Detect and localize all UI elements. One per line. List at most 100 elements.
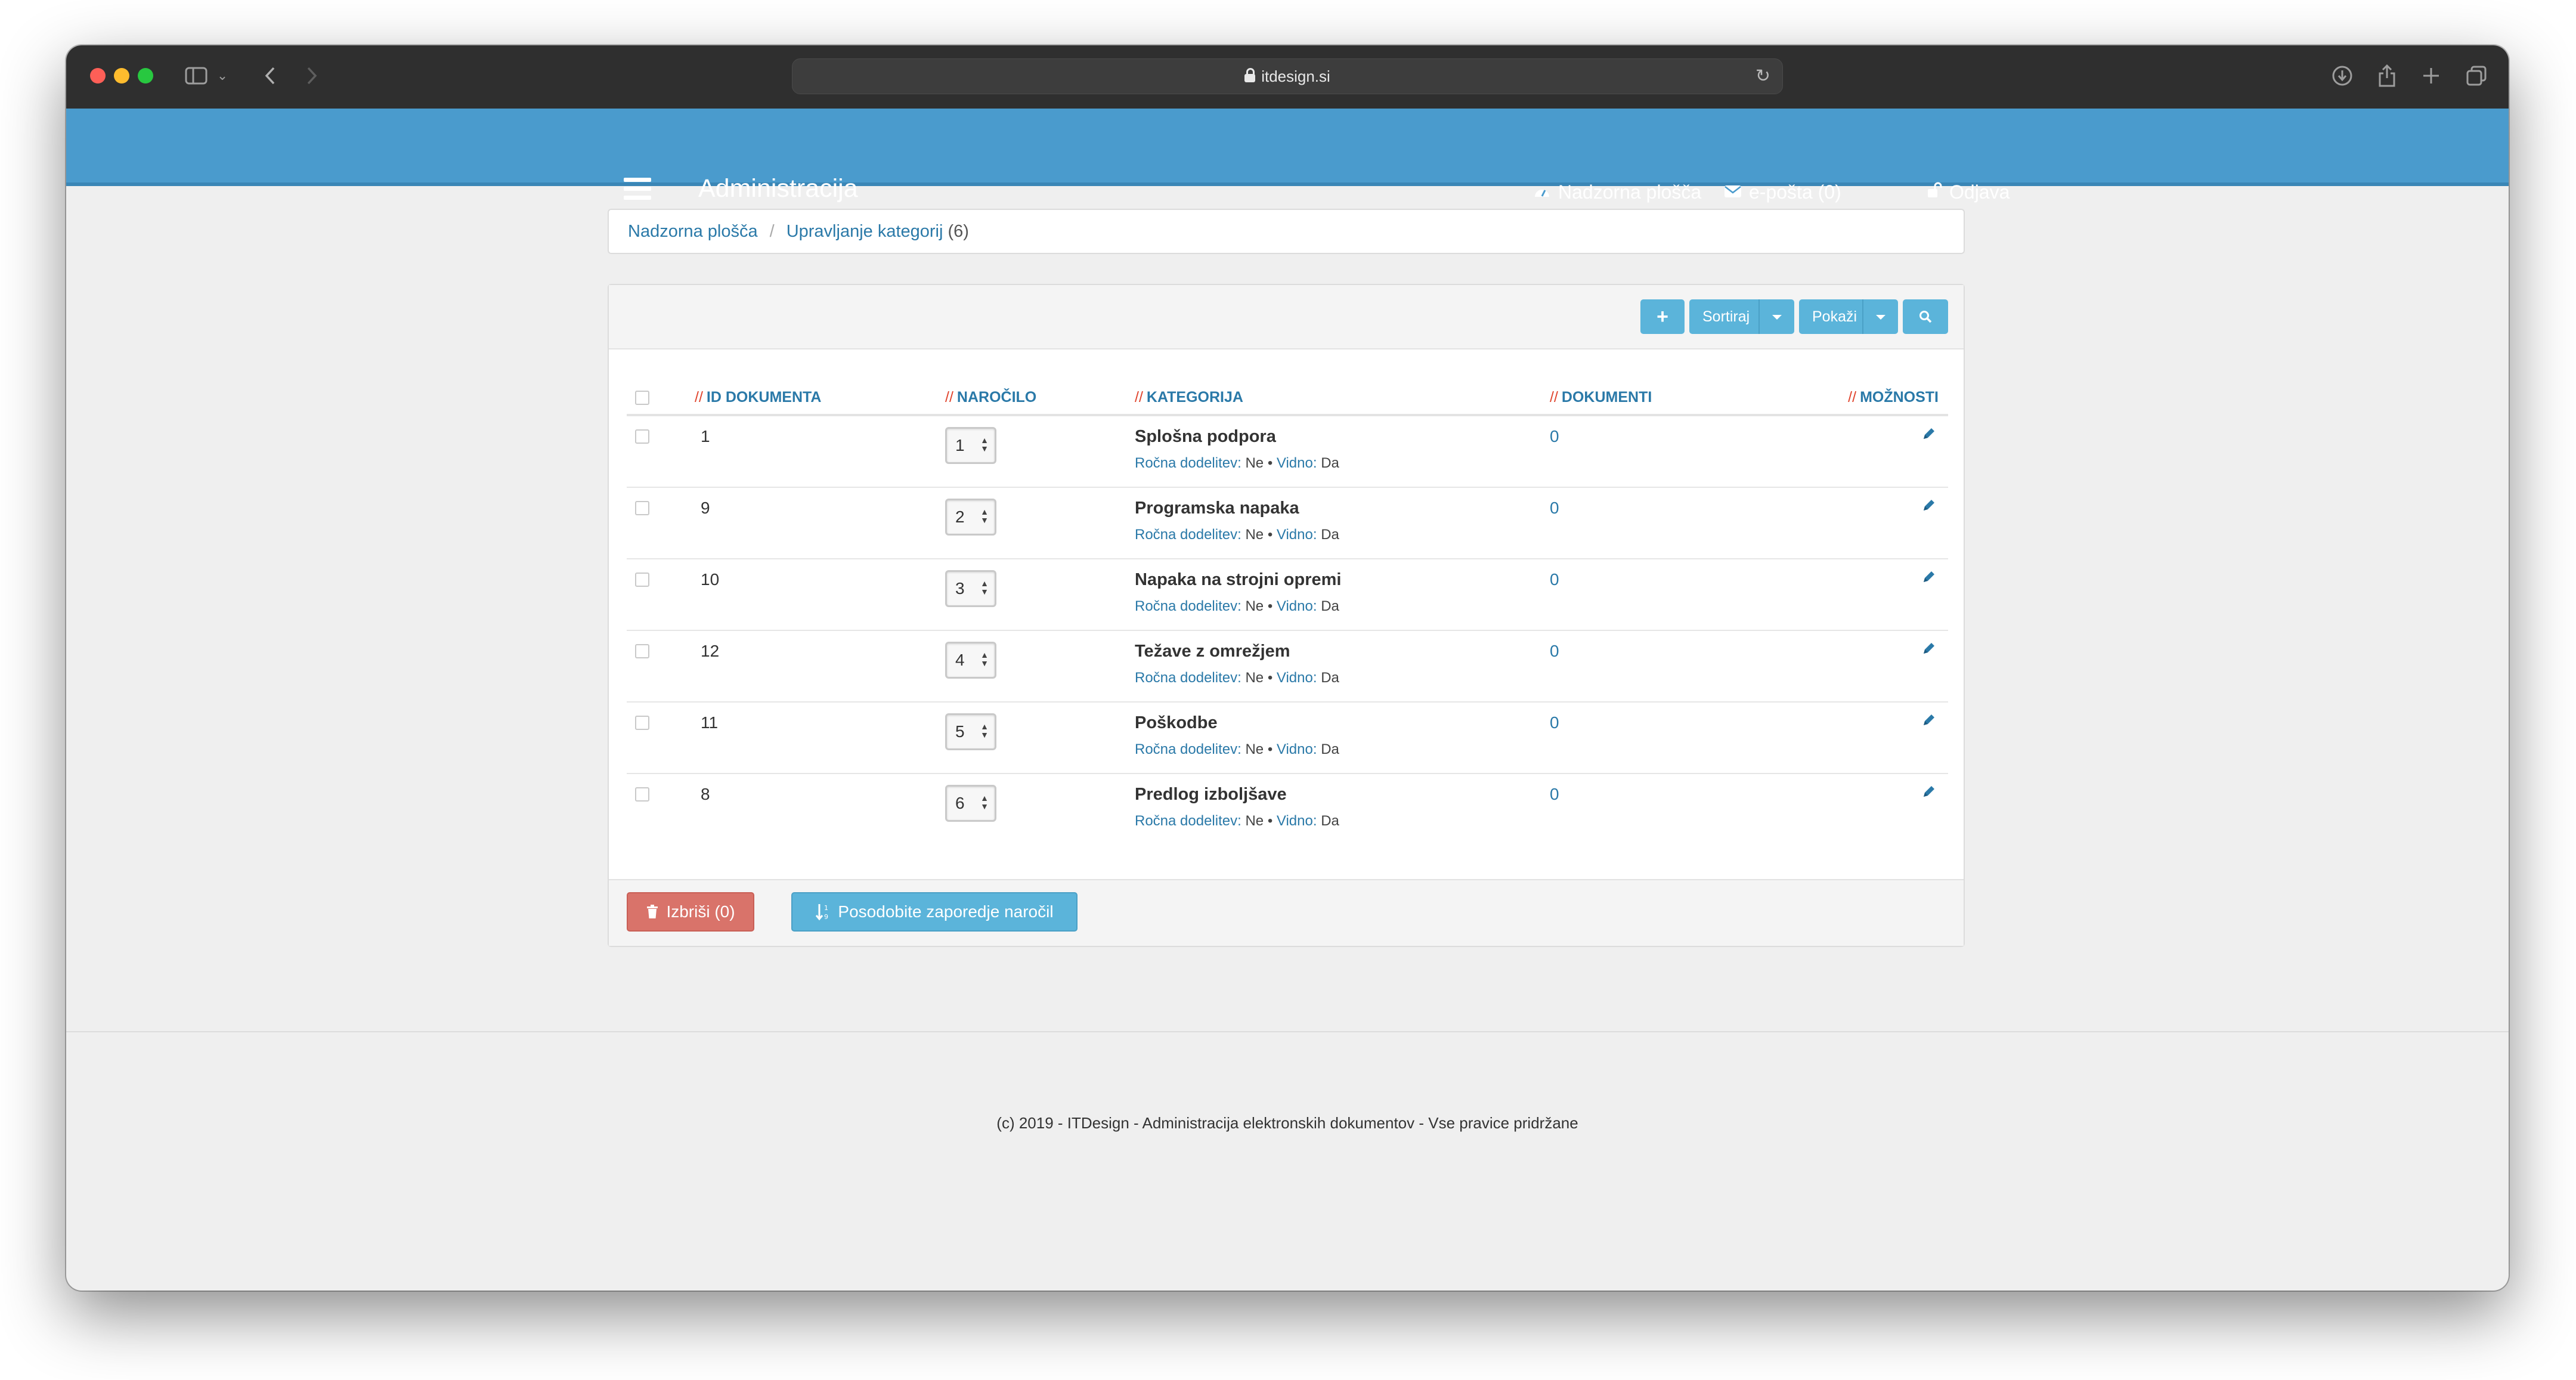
update-order-button[interactable]: 19 Posodobite zaporedje naročil (791, 892, 1078, 932)
nav-dashboard-label: Nadzorna plošča (1558, 181, 1702, 203)
stepper-arrows-icon[interactable]: ▲ ▼ (980, 508, 989, 524)
table-header-row: //ID DOKUMENTA //NAROČILO //KATEGORIJA /… (627, 380, 1948, 416)
chevron-down-icon[interactable]: ⌄ (216, 61, 228, 91)
order-stepper[interactable]: 1 ▲ ▼ (945, 427, 996, 464)
sort-dropdown-button[interactable]: Sortiraj (1689, 299, 1794, 334)
pencil-icon (1924, 428, 1934, 439)
envelope-icon (1724, 183, 1742, 202)
order-stepper[interactable]: 6 ▲ ▼ (945, 785, 996, 822)
reload-icon[interactable]: ↻ (1755, 66, 1770, 86)
search-button[interactable] (1903, 299, 1948, 334)
manual-value: Ne (1245, 527, 1264, 543)
categories-panel: + Sortiraj Pokaži //ID DOKUMENTA // NARO… (608, 284, 1965, 947)
stepper-arrows-icon[interactable]: ▲ ▼ (980, 651, 989, 667)
stepper-arrows-icon[interactable]: ▲ ▼ (980, 722, 989, 739)
row-checkbox[interactable] (635, 429, 649, 444)
order-stepper[interactable]: 5 ▲ ▼ (945, 713, 996, 750)
document-id: 10 (701, 570, 720, 589)
row-checkbox[interactable] (635, 716, 649, 730)
select-all-header (627, 380, 695, 416)
edit-button[interactable] (1819, 488, 1948, 516)
visible-value: Da (1321, 813, 1339, 829)
unlock-icon (1927, 182, 1942, 203)
nav-dashboard-link[interactable]: Nadzorna plošča (1533, 181, 1701, 203)
pencil-icon (1924, 786, 1934, 797)
show-dropdown-button[interactable]: Pokaži (1799, 299, 1898, 334)
row-checkbox[interactable] (635, 787, 649, 802)
document-id: 9 (701, 499, 710, 517)
nav-email-link[interactable]: e-pošta (0) (1724, 181, 1841, 203)
nav-email-label: e-pošta (0) (1749, 181, 1841, 203)
visible-value: Da (1321, 527, 1339, 543)
breadcrumb-home-link[interactable]: Nadzorna plošča (628, 222, 758, 242)
breadcrumb-current-link[interactable]: Upravljanje kategorij (787, 222, 943, 242)
download-icon[interactable] (2329, 61, 2355, 91)
add-category-button[interactable]: + (1640, 299, 1685, 334)
manual-value: Ne (1245, 741, 1264, 757)
stepper-arrows-icon[interactable]: ▲ ▼ (980, 436, 989, 453)
documents-count-link[interactable]: 0 (1550, 631, 1819, 661)
select-all-checkbox[interactable] (635, 390, 649, 405)
trash-icon (647, 905, 658, 918)
category-meta: Ročna dodelitev: Ne • Vidno: Da (1135, 455, 1339, 471)
url-text: itdesign.si (1261, 67, 1330, 85)
category-meta: Ročna dodelitev: Ne • Vidno: Da (1135, 527, 1339, 543)
documents-count-link[interactable]: 0 (1550, 416, 1819, 446)
edit-button[interactable] (1819, 416, 1948, 445)
edit-button[interactable] (1819, 703, 1948, 731)
pencil-icon (1924, 571, 1934, 582)
tab-overview-icon[interactable] (2463, 61, 2490, 91)
visible-value: Da (1321, 741, 1339, 757)
panel-toolbar: + Sortiraj Pokaži (609, 285, 1964, 349)
back-icon[interactable] (258, 61, 282, 91)
lock-icon (1244, 68, 1256, 82)
delete-label: Izbriši (0) (666, 902, 735, 921)
stepper-arrows-icon[interactable]: ▲ ▼ (980, 579, 989, 596)
pencil-icon (1924, 500, 1934, 510)
close-window-button[interactable] (90, 68, 106, 83)
row-checkbox[interactable] (635, 573, 649, 587)
breadcrumb: Nadzorna plošča / Upravljanje kategorij … (608, 209, 1965, 254)
edit-button[interactable] (1819, 631, 1948, 660)
forward-icon[interactable] (300, 61, 324, 91)
address-bar[interactable]: itdesign.si ↻ (792, 58, 1783, 94)
update-order-label: Posodobite zaporedje naročil (838, 902, 1054, 921)
visible-value: Da (1321, 455, 1339, 471)
maximize-window-button[interactable] (138, 68, 153, 83)
category-name: Splošna podpora (1135, 427, 1276, 446)
edit-button[interactable] (1819, 774, 1948, 803)
minimize-window-button[interactable] (114, 68, 129, 83)
stepper-arrows-icon[interactable]: ▲ ▼ (980, 794, 989, 810)
table-row: 11 5 ▲ ▼ Poškodbe Ročna dodelitev: Ne • Vi… (627, 702, 1948, 774)
nav-logout-link[interactable]: Odjava (1927, 181, 2010, 203)
delete-button[interactable]: Izbriši (0) (627, 892, 754, 932)
new-tab-icon[interactable] (2418, 61, 2444, 91)
order-stepper[interactable]: 2 ▲ ▼ (945, 499, 996, 536)
svg-text:1: 1 (824, 904, 828, 912)
row-checkbox[interactable] (635, 644, 649, 658)
documents-count-link[interactable]: 0 (1550, 703, 1819, 732)
footer-divider (66, 1031, 2509, 1032)
category-name: Predlog izboljšave (1135, 785, 1287, 804)
share-icon[interactable] (2374, 61, 2400, 91)
sort-order-icon: 19 (816, 904, 828, 921)
column-header-category[interactable]: //KATEGORIJA (1135, 380, 1550, 416)
documents-count-link[interactable]: 0 (1550, 488, 1819, 518)
document-id: 8 (701, 785, 710, 803)
documents-count-link[interactable]: 0 (1550, 774, 1819, 804)
table-row: 1 1 ▲ ▼ Splošna podpora Ročna dodelitev: N… (627, 415, 1948, 488)
sidebar-toggle-icon[interactable] (183, 61, 209, 91)
menu-icon[interactable] (624, 178, 651, 200)
edit-button[interactable] (1819, 559, 1948, 588)
order-value: 1 (955, 436, 965, 454)
row-checkbox[interactable] (635, 501, 649, 515)
documents-count-link[interactable]: 0 (1550, 559, 1819, 589)
column-header-order[interactable]: //NAROČILO (945, 380, 1135, 416)
column-header-documents[interactable]: //DOKUMENTI (1550, 380, 1819, 416)
column-header-id[interactable]: //ID DOKUMENTA (695, 380, 945, 416)
search-icon (1919, 311, 1932, 323)
order-value: 5 (955, 722, 965, 741)
order-stepper[interactable]: 3 ▲ ▼ (945, 570, 996, 607)
order-stepper[interactable]: 4 ▲ ▼ (945, 642, 996, 679)
table-row: 8 6 ▲ ▼ Predlog izboljšave Ročna dodelitev… (627, 773, 1948, 844)
